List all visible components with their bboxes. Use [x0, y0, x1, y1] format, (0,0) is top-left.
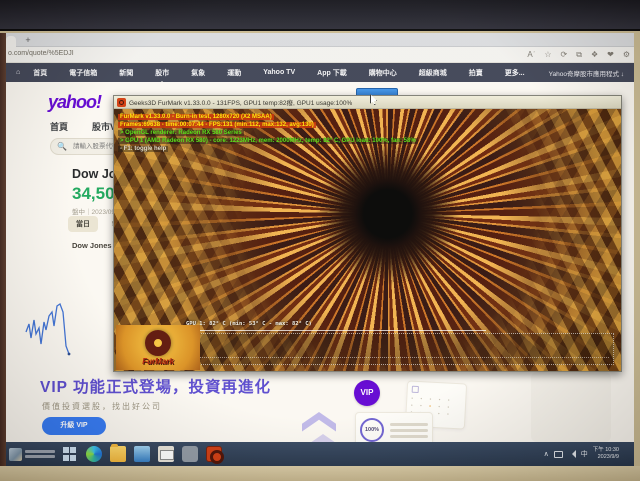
browser-tab[interactable] [6, 36, 16, 47]
browser-tab-bar: + [6, 33, 634, 47]
photo-of-monitor: + o.com/quote/%5EDJI Aʾ ☆ ⟳ ⧉ ❖ ❤ ⚙ ⌂ 首頁… [0, 0, 640, 481]
sparkline-line [26, 304, 69, 354]
sparkline-end-dot [68, 353, 71, 356]
score-text-lines [390, 420, 428, 441]
yahoo-logo[interactable]: yahoo! [48, 92, 101, 113]
osd-line-frames: Frames:69638 - time:00:07:44 - FPS:131 (… [118, 122, 316, 128]
search-icon: 🔍 [57, 142, 67, 151]
nav-item-home[interactable]: 首頁 [22, 68, 58, 78]
promo-chevron-shape [302, 412, 336, 438]
ime-indicator[interactable]: 中 [581, 449, 588, 459]
home-icon[interactable]: ⌂ [16, 69, 20, 76]
nav-item-mall[interactable]: 超級商城 [408, 68, 458, 78]
osd-line-help: - F1: toggle help [118, 146, 168, 152]
refresh-icon[interactable]: ⟳ [561, 49, 568, 61]
furmark-logo-text: FurMark [142, 357, 174, 366]
osd-line-test: FurMark v1.33.0.0 - Burn-in test, 1280x7… [118, 114, 274, 120]
desk-surface [0, 466, 640, 481]
split-screen-icon[interactable]: ⧉ [576, 49, 582, 61]
furmark-window[interactable]: Geeks3D FurMark v1.33.0.0 - 131FPS, GPU1… [113, 95, 622, 372]
promo-background-panel [531, 372, 611, 442]
taskbar-widgets-button[interactable] [6, 442, 58, 466]
clock-date: 2023/9/9 [593, 454, 619, 461]
yahoo-top-nav: ⌂ 首頁 電子信箱 新聞 股市 氣象 運動 Yahoo TV App 下載 購物… [6, 63, 634, 82]
collections-icon[interactable]: ❖ [591, 49, 598, 61]
tab-home[interactable]: 首頁 [50, 120, 68, 133]
osd-line-renderer: > OpenGL renderer: Radeon RX 580 Series [118, 130, 244, 136]
edge-browser-icon[interactable] [86, 446, 102, 462]
nav-app-promo-link[interactable]: Yahoo奇摩股市應用程式 ↓ [549, 68, 624, 78]
widget-text-lines [25, 448, 55, 460]
monitor-right-bezel [634, 33, 640, 467]
furmark-render-view: FurMark v1.33.0.0 - Burn-in test, 1280x7… [114, 109, 621, 371]
extensions-icon[interactable]: ⚙ [623, 49, 630, 61]
new-tab-button[interactable]: + [22, 34, 34, 46]
gpu-temp-graph-label: GPU 1: 82° C (min: 53° C - max: 82° C) [186, 321, 312, 327]
furmark-title-bar[interactable]: Geeks3D FurMark v1.33.0.0 - 131FPS, GPU1… [114, 96, 621, 109]
network-display-icon[interactable] [554, 451, 563, 458]
nav-item-shopping[interactable]: 購物中心 [358, 68, 408, 78]
nav-item-yahoo-tv[interactable]: Yahoo TV [252, 69, 306, 76]
mail-app-icon[interactable] [158, 446, 174, 462]
system-tray: ∧ 中 下午 10:30 2023/9/9 [544, 447, 634, 461]
period-tab-day[interactable]: 當日 [68, 216, 98, 232]
volume-icon[interactable] [568, 450, 576, 458]
gpu-temp-plot-line [186, 330, 486, 331]
browser-essentials-icon[interactable]: ❤ [607, 49, 614, 61]
tray-expand-caret[interactable]: ∧ [544, 450, 549, 458]
furmark-logo: FurMark [116, 325, 200, 370]
widget-thumbnail [9, 448, 22, 461]
calendar-icon [412, 386, 419, 393]
folder-icon[interactable] [110, 446, 126, 462]
furmark-app-icon [117, 98, 126, 107]
furmark-taskbar-icon[interactable] [206, 446, 222, 462]
vip-promo-subtitle: 價值投資選股，找出好公司 [42, 401, 162, 412]
file-explorer-icon[interactable] [134, 446, 150, 462]
score-ring: 100% [360, 418, 384, 442]
vip-circle-badge: VIP [354, 380, 380, 406]
favorite-icon[interactable]: ☆ [544, 49, 551, 61]
nav-item-app-download[interactable]: App 下載 [306, 68, 358, 78]
furmark-osd: FurMark v1.33.0.0 - Burn-in test, 1280x7… [118, 113, 418, 153]
taskbar-clock[interactable]: 下午 10:30 2023/9/9 [593, 447, 619, 461]
windows-taskbar: ∧ 中 下午 10:30 2023/9/9 [6, 442, 634, 466]
upgrade-vip-button[interactable]: 升級 VIP [42, 417, 106, 435]
osd-line-gpu: > GPU 1 (AMD Radeon RX 580) - core: 1223… [118, 138, 418, 144]
graph-baseline [189, 357, 609, 358]
nav-item-mail[interactable]: 電子信箱 [58, 68, 108, 78]
nav-item-stock[interactable]: 股市 [144, 68, 180, 78]
price-sparkline-chart [20, 282, 90, 367]
monitor-top-bezel [0, 0, 640, 31]
nav-item-auction[interactable]: 拍賣 [458, 68, 494, 78]
start-button[interactable] [62, 446, 78, 462]
furmark-donut-icon [145, 330, 171, 356]
browser-toolbar: Aʾ ☆ ⟳ ⧉ ❖ ❤ ⚙ [527, 49, 630, 61]
url-text[interactable]: o.com/quote/%5EDJI [8, 50, 74, 57]
nav-item-news[interactable]: 新聞 [108, 68, 144, 78]
furmark-window-title: Geeks3D FurMark v1.33.0.0 - 131FPS, GPU1… [129, 97, 352, 107]
vip-promo-title: VIP 功能正式登場，投資再進化 [40, 375, 271, 397]
clock-time: 下午 10:30 [593, 447, 619, 454]
gpu-temp-graph-box [184, 333, 614, 365]
chat-app-icon[interactable] [182, 446, 198, 462]
read-aloud-icon[interactable]: Aʾ [527, 49, 535, 61]
nav-item-weather[interactable]: 氣象 [180, 68, 216, 78]
nav-item-sports[interactable]: 運動 [216, 68, 252, 78]
nav-item-more[interactable]: 更多... [494, 68, 536, 78]
browser-address-bar[interactable]: o.com/quote/%5EDJI Aʾ ☆ ⟳ ⧉ ❖ ❤ ⚙ [6, 47, 634, 63]
